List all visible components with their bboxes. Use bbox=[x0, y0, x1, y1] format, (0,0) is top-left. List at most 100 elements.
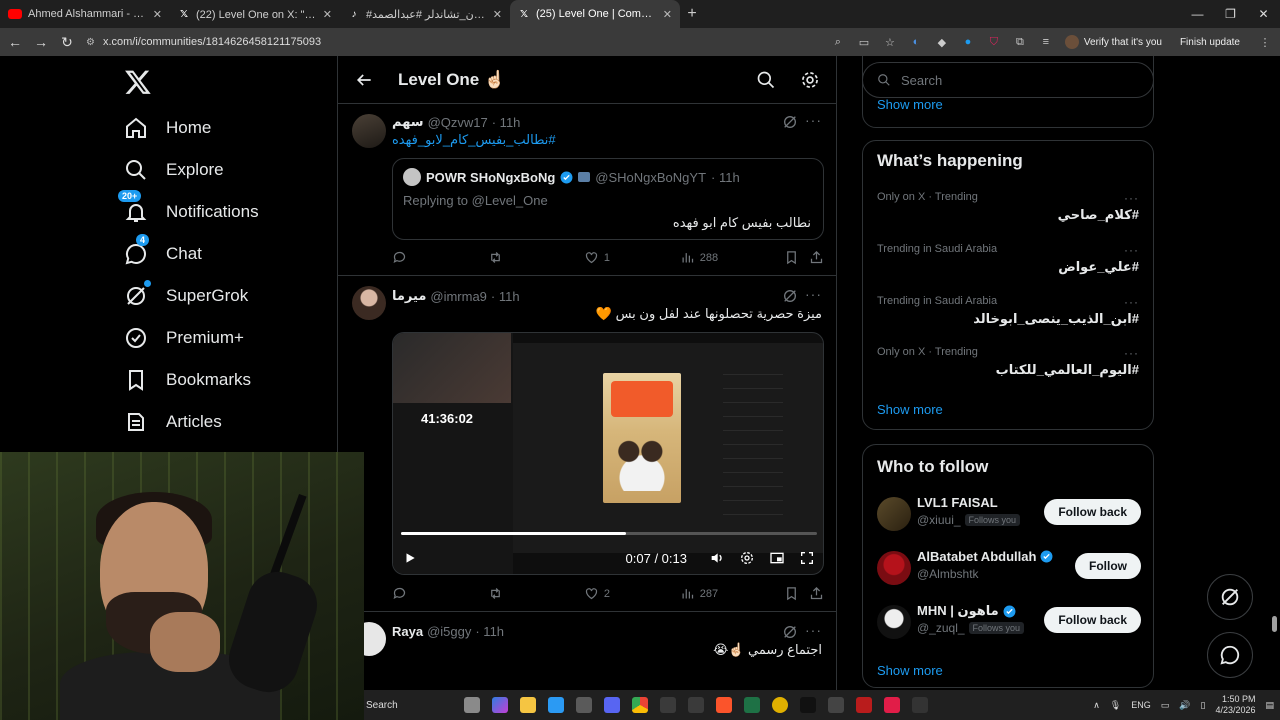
close-tab-icon[interactable]: ✕ bbox=[493, 8, 502, 21]
back-arrow-icon[interactable] bbox=[354, 70, 374, 90]
settings-icon[interactable] bbox=[739, 550, 755, 566]
author-handle[interactable]: @imrma9 bbox=[430, 289, 487, 304]
capcut-icon[interactable] bbox=[912, 697, 928, 713]
task-view-icon[interactable] bbox=[464, 697, 480, 713]
picture-in-picture-icon[interactable] bbox=[769, 550, 785, 566]
retweet-button[interactable] bbox=[488, 586, 518, 601]
discord-icon[interactable] bbox=[604, 697, 620, 713]
store-icon[interactable] bbox=[576, 697, 592, 713]
tweet-time[interactable]: · 11h bbox=[491, 289, 520, 304]
close-tab-icon[interactable]: ✕ bbox=[153, 8, 162, 21]
minimize-icon[interactable]: — bbox=[1181, 0, 1214, 28]
microphone-icon[interactable]: 🎙 bbox=[1110, 700, 1121, 711]
browser-tab-youtube[interactable]: Ahmed Alshammari - YouTube ✕ bbox=[0, 0, 170, 28]
back-icon[interactable]: ← bbox=[8, 34, 22, 50]
profile-verify[interactable]: Verify that it's you bbox=[1064, 35, 1162, 49]
extension-icon[interactable]: ● bbox=[961, 35, 975, 49]
more-icon[interactable]: ··· bbox=[805, 112, 822, 128]
more-icon[interactable]: ··· bbox=[1124, 243, 1139, 257]
fullscreen-icon[interactable] bbox=[799, 550, 815, 566]
tweet-time[interactable]: · 11h bbox=[475, 624, 504, 639]
trend-name[interactable]: #علي_عواض bbox=[1058, 259, 1139, 275]
app-icon[interactable] bbox=[856, 697, 872, 713]
site-info-icon[interactable]: ⚙ bbox=[86, 37, 95, 48]
new-tab-button[interactable]: + bbox=[680, 5, 704, 23]
search-icon[interactable] bbox=[756, 70, 776, 90]
browser-tab-tiktok[interactable]: ♪ #مجه #كيان_تشاندلر #عبدالصمد ✕ bbox=[340, 0, 510, 28]
zoom-icon[interactable]: ⌕ bbox=[831, 35, 845, 49]
browser-tab-community[interactable]: 𝕏 (25) Level One | Community / X ✕ bbox=[510, 0, 680, 28]
bookmark-icon[interactable] bbox=[784, 586, 799, 601]
close-tab-icon[interactable]: ✕ bbox=[663, 8, 672, 21]
reply-button[interactable] bbox=[392, 250, 422, 265]
tweet[interactable]: سهم @Qzvw17 · 11h ··· #نطالب_بفيس_كام_لا… bbox=[338, 104, 836, 276]
video-progress-bar[interactable] bbox=[401, 532, 817, 535]
language-indicator[interactable]: ENG bbox=[1131, 700, 1151, 710]
author-name[interactable]: Raya bbox=[392, 624, 423, 639]
author-handle[interactable]: @Qzvw17 bbox=[428, 115, 488, 130]
extension-icon[interactable]: ◐ bbox=[909, 35, 923, 49]
menu-icon[interactable]: ⋮ bbox=[1258, 35, 1272, 49]
search-input[interactable]: Search bbox=[862, 62, 1154, 98]
chrome-icon[interactable] bbox=[632, 697, 648, 713]
follow-back-button[interactable]: Follow back bbox=[1044, 499, 1141, 525]
file-explorer-icon[interactable] bbox=[520, 697, 536, 713]
taskbar-search[interactable]: Search bbox=[364, 700, 454, 711]
grok-icon[interactable] bbox=[782, 288, 798, 304]
finish-update-button[interactable]: Finish update bbox=[1174, 37, 1246, 48]
tweet-time[interactable]: · 11h bbox=[492, 115, 521, 130]
battery-icon[interactable]: ▯ bbox=[1200, 700, 1205, 711]
like-button[interactable]: 2 bbox=[584, 586, 614, 601]
nav-articles[interactable]: Articles bbox=[124, 410, 222, 434]
edge-icon[interactable] bbox=[548, 697, 564, 713]
tweet-hashtag[interactable]: #نطالب_بفيس_كام_لابو_فهده bbox=[392, 132, 556, 148]
views-button[interactable]: 287 bbox=[680, 586, 718, 601]
settings-app-icon[interactable] bbox=[660, 697, 676, 713]
trend-name[interactable]: #ابن_الذيب_ينصى_ابوخالد bbox=[973, 311, 1139, 327]
share-icon[interactable] bbox=[809, 250, 824, 265]
nav-home[interactable]: Home bbox=[124, 116, 211, 140]
nav-chat[interactable]: 4 Chat bbox=[124, 234, 202, 266]
settings-icon[interactable] bbox=[800, 70, 820, 90]
follow-suggestion[interactable]: MHN | ماهون @_zuql_ Follows you Follow ba… bbox=[877, 603, 1141, 643]
close-tab-icon[interactable]: ✕ bbox=[323, 8, 332, 21]
app-icon[interactable] bbox=[772, 697, 788, 713]
quoted-tweet[interactable]: POWR SHoNgxBoNg @SHoNgxBoNgYT · 11h Repl… bbox=[392, 158, 824, 240]
nav-bookmarks[interactable]: Bookmarks bbox=[124, 368, 251, 392]
more-icon[interactable]: ··· bbox=[805, 622, 822, 638]
messages-floating-button[interactable] bbox=[1207, 632, 1253, 678]
brave-icon[interactable] bbox=[716, 697, 732, 713]
avatar[interactable] bbox=[352, 114, 386, 148]
copilot-icon[interactable] bbox=[492, 697, 508, 713]
more-icon[interactable]: ··· bbox=[1124, 346, 1139, 360]
puzzle-icon[interactable]: ⧉ bbox=[1013, 35, 1027, 49]
tray-chevron-icon[interactable]: ∧ bbox=[1093, 700, 1100, 711]
show-more-link[interactable]: Show more bbox=[877, 97, 943, 112]
app-icon[interactable] bbox=[828, 697, 844, 713]
forward-icon[interactable]: → bbox=[34, 34, 48, 50]
nav-premium[interactable]: Premium+ bbox=[124, 326, 244, 350]
network-icon[interactable]: ▭ bbox=[1161, 700, 1170, 711]
reply-button[interactable] bbox=[392, 586, 422, 601]
nav-notifications[interactable]: 20+ Notifications bbox=[118, 190, 259, 224]
url-field[interactable]: ⚙ x.com/i/communities/181462645812117509… bbox=[86, 31, 819, 53]
grok-icon[interactable] bbox=[782, 624, 798, 640]
follow-back-button[interactable]: Follow back bbox=[1044, 607, 1141, 633]
notification-center-icon[interactable]: ▤ bbox=[1265, 700, 1274, 711]
volume-icon[interactable]: 🔊 bbox=[1179, 700, 1190, 711]
grok-icon[interactable] bbox=[782, 114, 798, 130]
follow-suggestion[interactable]: LVL1 FAISAL @xiuui_ Follows you Follow ba… bbox=[877, 495, 1141, 535]
avatar[interactable] bbox=[352, 286, 386, 320]
page-scrollbar[interactable] bbox=[1270, 56, 1278, 656]
app-icon[interactable] bbox=[688, 697, 704, 713]
retweet-button[interactable] bbox=[488, 250, 518, 265]
cast-icon[interactable]: ▭ bbox=[857, 35, 871, 49]
author-name[interactable]: ميرما bbox=[392, 288, 426, 304]
more-icon[interactable]: ··· bbox=[1124, 295, 1139, 309]
scrollbar-thumb[interactable] bbox=[1272, 616, 1277, 632]
media-icon[interactable]: ≡ bbox=[1039, 35, 1053, 49]
show-more-link[interactable]: Show more bbox=[877, 663, 943, 678]
more-icon[interactable]: ··· bbox=[805, 286, 822, 302]
shield-icon[interactable]: ⛉ bbox=[987, 35, 1001, 49]
trend-name[interactable]: #اليوم_العالمي_للكتاب bbox=[996, 362, 1139, 378]
